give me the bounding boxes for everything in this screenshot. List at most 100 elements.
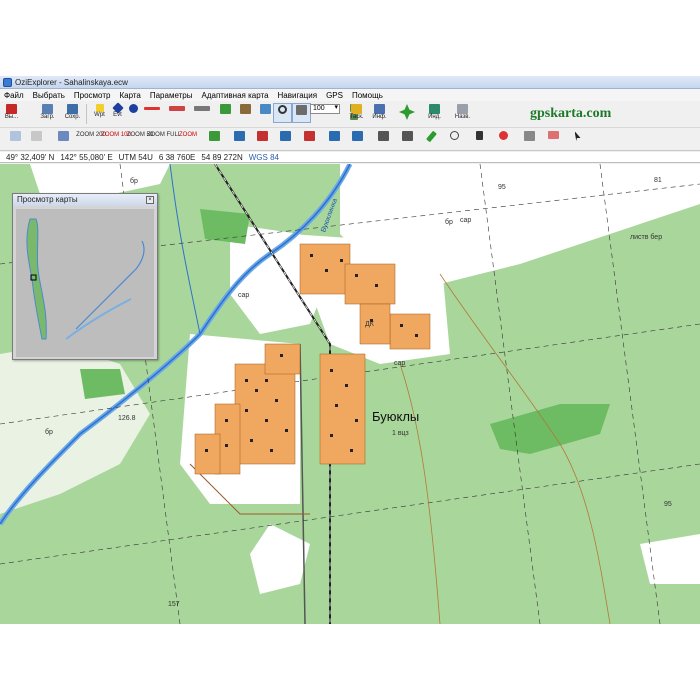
map-tool-3-icon xyxy=(260,104,271,114)
menu-adaptive-map[interactable]: Адаптивная карта xyxy=(202,91,269,100)
gps-2-button[interactable] xyxy=(253,130,272,150)
crosshair-icon xyxy=(450,131,459,140)
graph-icon xyxy=(548,131,559,139)
alarm-button[interactable] xyxy=(494,130,513,150)
menu-file[interactable]: Файл xyxy=(4,91,24,100)
map-tool-1-button[interactable] xyxy=(216,103,235,123)
zoom-select[interactable]: 100 xyxy=(310,104,340,114)
alarm-icon xyxy=(499,131,508,140)
info-button[interactable]: Инф. xyxy=(370,103,389,123)
map-tool-2-button[interactable] xyxy=(236,103,255,123)
village-sublabel: 1 вцз xyxy=(392,430,409,437)
load-button[interactable]: Загр. xyxy=(38,103,57,123)
route-button[interactable] xyxy=(165,103,189,123)
zoom-custom-button[interactable]: ZOOM xyxy=(176,130,200,150)
menu-help[interactable]: Помощь xyxy=(352,91,383,100)
map-label: 157 xyxy=(168,601,180,608)
track-icon xyxy=(144,107,160,110)
main-toolbar: Вы... Загр. Сохр. Wpt Evt 100 ▾ Таск. Ин… xyxy=(0,101,700,128)
map-label: сар xyxy=(394,360,406,367)
pointer-button[interactable] xyxy=(568,130,587,150)
gps-1-button[interactable] xyxy=(230,130,249,150)
gps-6-button[interactable] xyxy=(348,130,367,150)
map-label: 126.8 xyxy=(118,415,136,422)
map-label: 95 xyxy=(664,501,672,508)
move-map-button[interactable] xyxy=(292,103,311,123)
nmea-2-button[interactable] xyxy=(398,130,417,150)
menu-view[interactable]: Просмотр xyxy=(74,91,111,100)
overview-header: Просмотр карты × xyxy=(13,194,157,206)
navigation-arrows-button[interactable] xyxy=(395,103,419,123)
menu-gps[interactable]: GPS xyxy=(326,91,343,100)
map-tool-2-icon xyxy=(240,104,251,114)
overview-thumbnail[interactable] xyxy=(16,209,154,357)
map-label: бр xyxy=(130,178,138,185)
zoom-100-button[interactable]: ZOOM 100 xyxy=(101,130,131,150)
map-tool-1-icon xyxy=(220,104,231,114)
save-button[interactable]: Сохр. xyxy=(63,103,82,123)
waypoint-list-button[interactable] xyxy=(205,130,224,150)
frame-icon xyxy=(58,131,69,141)
find-button[interactable] xyxy=(273,103,292,123)
measure-icon xyxy=(194,106,210,111)
menu-map[interactable]: Карта xyxy=(119,91,140,100)
properties-button[interactable] xyxy=(520,130,539,150)
outline-button[interactable] xyxy=(27,130,46,150)
open-map-icon xyxy=(42,104,53,114)
map-view[interactable]: бр бр бр 95 95 81 157 126.8 сар сар лист… xyxy=(0,164,700,624)
save-icon xyxy=(67,104,78,114)
gps-4-icon xyxy=(304,131,315,141)
waypoint-button[interactable]: Wpt xyxy=(90,103,109,123)
gps-5-icon xyxy=(329,131,340,141)
graph-button[interactable] xyxy=(544,130,563,150)
pen-icon xyxy=(426,130,437,143)
map-label: бр xyxy=(45,429,53,436)
map-label: ДК xyxy=(365,321,374,328)
gps-3-button[interactable] xyxy=(276,130,295,150)
grid-button[interactable] xyxy=(6,130,25,150)
indicator-button[interactable]: Инд. xyxy=(425,103,444,123)
zoom-full-button[interactable]: ZOOM FULL xyxy=(147,130,181,150)
island-thumbnail xyxy=(26,218,145,340)
gps-2-icon xyxy=(257,131,268,141)
nmea-1-icon xyxy=(378,131,389,141)
zoom-200-button[interactable]: ZOOM 200 xyxy=(76,130,106,150)
longitude-readout: 142° 55,080' E xyxy=(60,152,113,162)
anchor-icon xyxy=(476,131,483,140)
pen-button[interactable] xyxy=(422,130,441,150)
map-label: 95 xyxy=(498,184,506,191)
menu-navigation[interactable]: Навигация xyxy=(278,91,318,100)
map-label: сар xyxy=(460,217,472,224)
overview-close-button[interactable]: × xyxy=(146,196,154,204)
gps-4-button[interactable] xyxy=(300,130,319,150)
properties-icon xyxy=(524,131,535,141)
menu-select[interactable]: Выбрать xyxy=(33,91,65,100)
track-button[interactable] xyxy=(140,103,164,123)
measure-button[interactable] xyxy=(190,103,214,123)
easting-readout: 6 38 760E xyxy=(158,152,196,162)
coordinate-status-bar: 49° 32,409' N 142° 55,080' E UTM 54U 6 3… xyxy=(0,152,700,163)
route-icon xyxy=(169,106,185,111)
village-label: Буюклы xyxy=(372,409,420,424)
app-icon xyxy=(3,77,12,87)
gps-5-button[interactable] xyxy=(325,130,344,150)
frame-button[interactable] xyxy=(54,130,73,150)
waypoint-icon xyxy=(95,104,104,112)
indicator-icon xyxy=(429,104,440,114)
latitude-readout: 49° 32,409' N xyxy=(6,152,55,162)
grid-icon xyxy=(10,131,21,141)
gps-3-icon xyxy=(280,131,291,141)
anchor-button[interactable] xyxy=(470,130,489,150)
title-bar: OziExplorer - Sahalinskaya.ecw xyxy=(0,76,700,89)
name-button[interactable]: Назв. xyxy=(453,103,472,123)
overview-title: Просмотр карты xyxy=(17,195,78,204)
nmea-1-button[interactable] xyxy=(374,130,393,150)
crosshair-button[interactable] xyxy=(445,130,464,150)
gps-1-icon xyxy=(234,131,245,141)
outline-icon xyxy=(31,131,42,141)
menu-parameters[interactable]: Параметры xyxy=(150,91,193,100)
waypoint-list-icon xyxy=(209,131,220,141)
exit-button[interactable]: Вы... xyxy=(2,103,21,123)
map-overview-panel[interactable]: Просмотр карты × xyxy=(12,193,158,360)
task-button[interactable]: Таск. xyxy=(347,103,366,123)
